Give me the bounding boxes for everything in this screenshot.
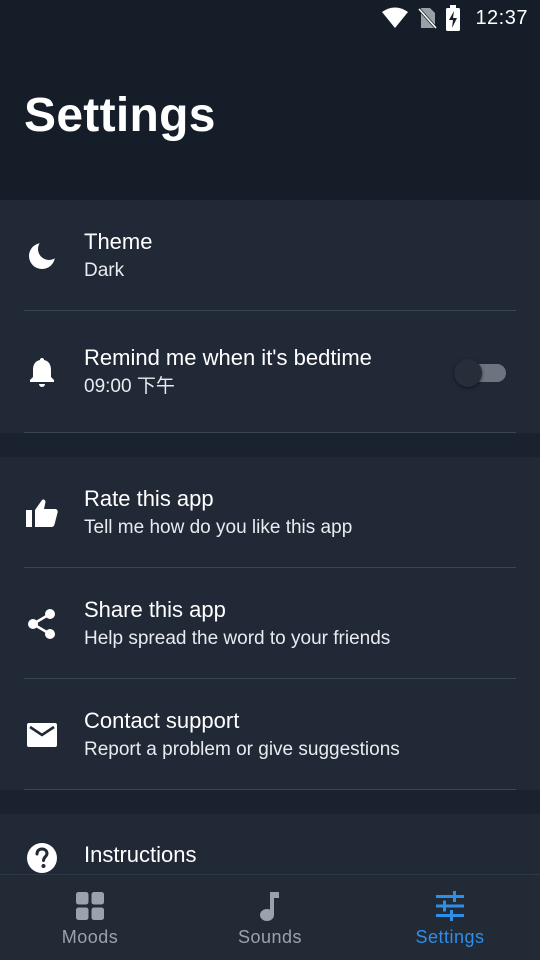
nav-settings[interactable]: Settings: [360, 875, 540, 960]
no-sim-icon: [417, 6, 438, 30]
thumb-up-icon: [24, 495, 60, 531]
nav-moods-label: Moods: [61, 927, 119, 947]
nav-sounds-label: Sounds: [237, 927, 303, 947]
moon-icon: [24, 238, 60, 274]
setting-share[interactable]: Share this app Help spread the word to y…: [0, 568, 540, 679]
setting-instructions-title: Instructions: [84, 842, 197, 867]
music-note-icon: [258, 889, 282, 923]
wifi-icon: [381, 7, 409, 29]
settings-list: Theme Dark Remind me when it's bedtime 0…: [0, 200, 540, 875]
setting-share-subtitle: Help spread the word to your friends: [84, 627, 391, 649]
sliders-icon: [434, 889, 466, 923]
setting-rate-title: Rate this app: [84, 485, 214, 511]
setting-bedtime-title: Remind me when it's bedtime: [84, 345, 372, 370]
setting-bedtime-time[interactable]: 09:00 下午: [84, 373, 372, 401]
section-feedback: Rate this app Tell me how do you like th…: [0, 457, 540, 790]
section-gap: [0, 433, 540, 457]
section-preferences: Theme Dark Remind me when it's bedtime 0…: [0, 200, 540, 433]
bedtime-toggle[interactable]: [454, 359, 506, 387]
setting-contact-title: Contact support: [84, 707, 240, 733]
divider: [24, 432, 516, 433]
help-icon: [24, 840, 60, 875]
section-help: Instructions: [0, 814, 540, 875]
nav-moods[interactable]: Moods: [0, 875, 180, 960]
setting-share-title: Share this app: [84, 596, 226, 622]
grid-icon: [75, 889, 105, 923]
divider: [24, 789, 516, 790]
share-icon: [24, 606, 60, 642]
mail-icon: [24, 717, 60, 753]
setting-contact-subtitle: Report a problem or give suggestions: [84, 738, 400, 760]
setting-theme-value: Dark: [84, 259, 125, 281]
battery-charging-icon: [445, 5, 461, 31]
setting-bedtime[interactable]: Remind me when it's bedtime 09:00 下午: [0, 311, 540, 433]
status-bar: 12:37: [0, 0, 540, 36]
nav-sounds[interactable]: Sounds: [180, 875, 360, 960]
setting-theme[interactable]: Theme Dark: [0, 200, 540, 311]
setting-contact[interactable]: Contact support Report a problem or give…: [0, 679, 540, 790]
bell-icon: [24, 354, 60, 390]
setting-instructions[interactable]: Instructions: [0, 814, 540, 875]
setting-rate-subtitle: Tell me how do you like this app: [84, 516, 353, 538]
section-gap: [0, 790, 540, 814]
status-time: 12:37: [475, 6, 528, 29]
setting-theme-title: Theme: [84, 228, 153, 254]
toggle-thumb: [454, 359, 482, 387]
nav-settings-label: Settings: [415, 927, 485, 947]
setting-rate[interactable]: Rate this app Tell me how do you like th…: [0, 457, 540, 568]
bottom-navigation: Moods Sounds Settings: [0, 874, 540, 960]
page-title: Settings: [24, 89, 216, 142]
